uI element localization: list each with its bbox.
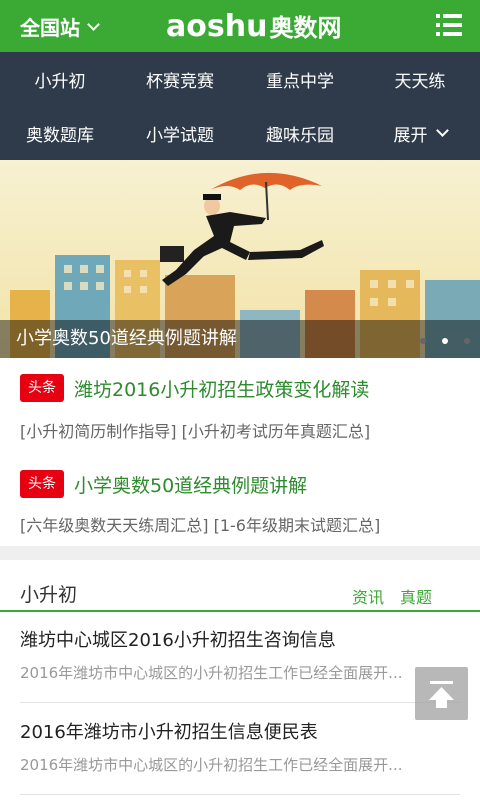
article-title[interactable]: 潍坊中心城区2016小升初招生咨询信息 xyxy=(20,626,336,652)
category-nav: 小升初 杯赛竞赛 重点中学 天天练 奥数题库 小学试题 趣味乐园 展开 xyxy=(0,52,480,160)
section-link-past-papers[interactable]: 真题 xyxy=(400,584,432,608)
carousel-dot[interactable] xyxy=(420,338,426,344)
nav-item-competitions[interactable]: 杯赛竞赛 xyxy=(120,52,240,106)
section-header: 小升初 资讯 真题 xyxy=(0,560,480,612)
nav-item-question-bank[interactable]: 奥数题库 xyxy=(0,106,120,160)
back-to-top-button[interactable] xyxy=(415,667,468,720)
article-summary: 2016年潍坊市中心城区的小升初招生工作已经全面展开... xyxy=(20,756,403,774)
arrow-up-to-top-icon xyxy=(429,681,454,708)
carousel-indicators xyxy=(420,338,470,344)
headline-item[interactable]: 头条 小学奥数50道经典例题讲解 xyxy=(20,470,307,498)
chevron-down-icon xyxy=(435,123,449,137)
nav-item-xiaoshengchu[interactable]: 小升初 xyxy=(0,52,120,106)
headline-tag-badge: 头条 xyxy=(20,470,64,498)
headline-item[interactable]: 头条 潍坊2016小升初招生政策变化解读 xyxy=(20,374,369,402)
menu-icon[interactable] xyxy=(436,14,462,36)
nav-item-key-middle-schools[interactable]: 重点中学 xyxy=(240,52,360,106)
nav-item-primary-tests[interactable]: 小学试题 xyxy=(120,106,240,160)
logo[interactable]: aoshu 奥数网 xyxy=(166,8,341,44)
carousel-dot-active[interactable] xyxy=(442,338,448,344)
headline-related-links[interactable]: [六年级奥数天天练周汇总] [1-6年级期末试题汇总] xyxy=(20,512,380,536)
logo-text-cn: 奥数网 xyxy=(269,14,342,42)
top-bar: 全国站 aoshu 奥数网 xyxy=(0,0,480,52)
section-gap xyxy=(0,546,480,560)
article-title[interactable]: 2016年潍坊市小升初招生信息便民表 xyxy=(20,718,318,744)
site-label: 全国站 xyxy=(20,16,80,40)
logo-text-en: aoshu xyxy=(166,9,268,44)
nav-item-fun-zone[interactable]: 趣味乐园 xyxy=(240,106,360,160)
headline-title[interactable]: 小学奥数50道经典例题讲解 xyxy=(74,471,307,498)
chevron-down-icon xyxy=(87,17,100,31)
section-link-news[interactable]: 资讯 xyxy=(352,584,384,608)
headline-title[interactable]: 潍坊2016小升初招生政策变化解读 xyxy=(74,375,369,402)
nav-item-daily-practice[interactable]: 天天练 xyxy=(360,52,480,106)
section-title: 小升初 xyxy=(20,584,78,606)
headline-tag-badge: 头条 xyxy=(20,374,64,402)
carousel-dot[interactable] xyxy=(464,338,470,344)
nav-expand-button[interactable]: 展开 xyxy=(360,106,480,160)
headline-related-links[interactable]: [小升初简历制作指导] [小升初考试历年真题汇总] xyxy=(20,418,370,442)
divider xyxy=(20,702,460,703)
banner-carousel[interactable]: 小学奥数50道经典例题讲解 xyxy=(0,160,480,358)
banner-caption: 小学奥数50道经典例题讲解 xyxy=(0,320,480,358)
article-summary: 2016年潍坊市中心城区的小升初招生工作已经全面展开... xyxy=(20,664,403,682)
divider xyxy=(20,794,460,795)
site-selector[interactable]: 全国站 xyxy=(20,12,100,41)
